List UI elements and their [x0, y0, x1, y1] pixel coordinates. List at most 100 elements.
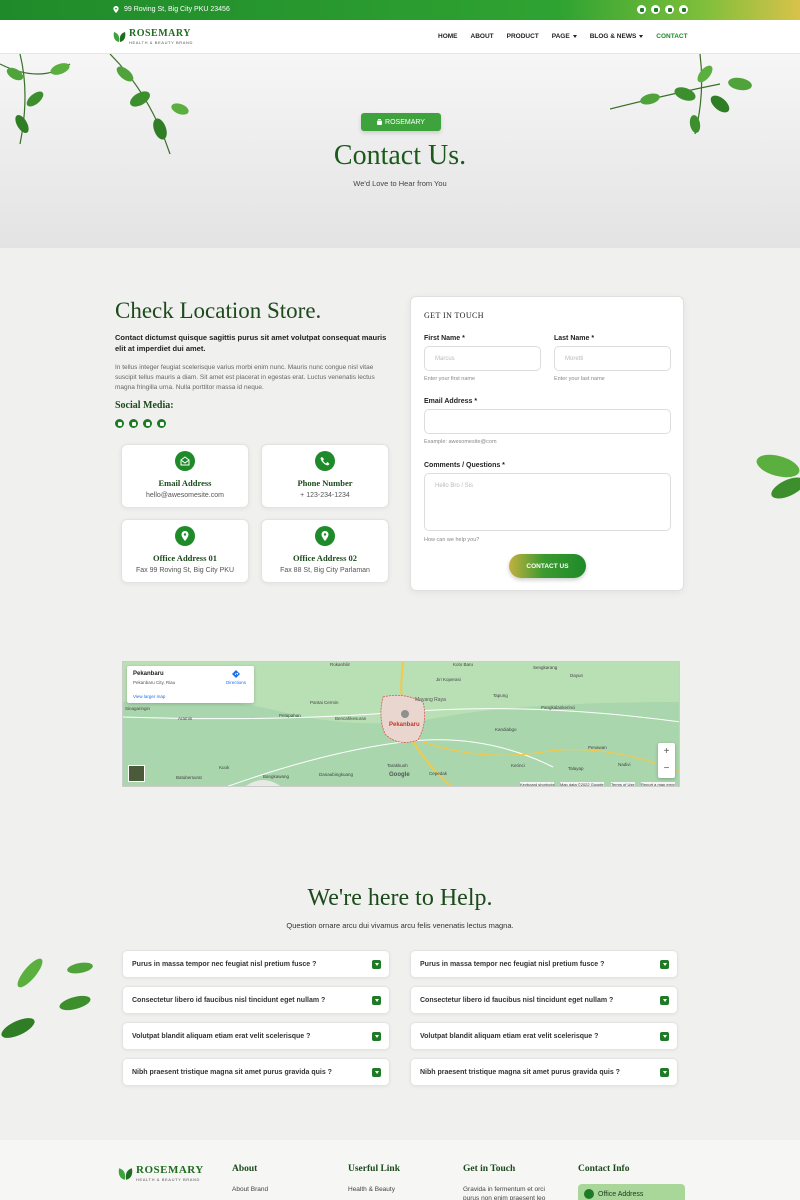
twitter-icon[interactable] — [651, 5, 660, 14]
faq-item[interactable]: Volutpat blandit aliquam etiam erat veli… — [410, 1022, 678, 1050]
social-title: Social Media: — [115, 400, 174, 411]
footer-about: About About Brand — [232, 1164, 269, 1193]
leaf-logo-icon — [118, 1167, 133, 1180]
map-place-name: Pekanbaru — [133, 671, 164, 677]
email-label: Email Address * — [424, 398, 478, 405]
brand-tagline: HEALTH & BEAUTY BRAND — [129, 40, 194, 45]
decor-leaves-right — [756, 454, 800, 499]
contact-form: GET IN TOUCH First Name * Marcus Enter y… — [410, 296, 684, 591]
map-larger-link[interactable]: View larger map — [133, 694, 165, 699]
faq-item[interactable]: Volutpat blandit aliquam etiam erat veli… — [122, 1022, 390, 1050]
chevron-down-icon[interactable] — [372, 1068, 381, 1077]
comments-textarea[interactable]: Hello Bro / Sis — [424, 473, 671, 531]
card-office-01: Office Address 01 Fax 99 Roving St, Big … — [121, 519, 249, 583]
top-address: 99 Roving St, Big City PKU 23456 — [113, 6, 230, 13]
faq-item[interactable]: Consectetur libero id faucibus nisl tinc… — [410, 986, 678, 1014]
faq-item[interactable]: Purus in massa tempor nec feugiat nisl p… — [410, 950, 678, 978]
chevron-down-icon[interactable] — [372, 1032, 381, 1041]
faq-item[interactable]: Purus in massa tempor nec feugiat nisl p… — [122, 950, 390, 978]
top-address-text: 99 Roving St, Big City PKU 23456 — [124, 6, 230, 13]
faq-item[interactable]: Consectetur libero id faucibus nisl tinc… — [122, 986, 390, 1014]
help-subtitle: Question ornare arcu dui vivamus arcu fe… — [286, 921, 514, 930]
card-email: Email Address hello@awesomesite.com — [121, 444, 249, 508]
map-zoom-controls: + − — [658, 743, 675, 778]
zoom-in-button[interactable]: + — [658, 743, 675, 760]
chevron-down-icon[interactable] — [660, 996, 669, 1005]
nav-blog[interactable]: BLOG & NEWS — [590, 33, 644, 40]
location-lead: Contact dictumst quisque sagittis purus … — [115, 333, 387, 353]
page-subtitle: We'd Love to Hear from You — [353, 179, 447, 188]
chevron-down-icon[interactable] — [372, 960, 381, 969]
chevron-down-icon — [572, 35, 577, 38]
footer-contact: Contact Info — [578, 1164, 630, 1174]
brand-name: ROSEMARY — [136, 1164, 204, 1176]
last-name-hint: Enter your last name — [554, 376, 605, 382]
youtube-icon[interactable] — [157, 419, 166, 428]
facebook-icon[interactable] — [637, 5, 646, 14]
comments-hint: How can we help you? — [424, 537, 480, 543]
nav-home[interactable]: HOME — [438, 33, 458, 40]
location-body: In tellus integer feugiat scelerisque va… — [115, 364, 375, 391]
nav-contact[interactable]: CONTACT — [656, 33, 687, 40]
main-nav: ROSEMARY HEALTH & BEAUTY BRAND HOME ABOU… — [0, 20, 800, 54]
chevron-down-icon — [639, 35, 644, 38]
map-satellite-toggle[interactable] — [128, 765, 145, 782]
email-hint: Example: awesomesite@com — [424, 439, 497, 445]
hanging-leaves-right — [610, 54, 752, 135]
first-name-input[interactable]: Marcus — [424, 346, 541, 371]
footer-useful: Userful Link Health & Beauty — [348, 1164, 400, 1193]
footer-office-box: Office Address — [578, 1184, 685, 1200]
first-name-hint: Enter your first name — [424, 376, 476, 382]
chevron-down-icon[interactable] — [660, 960, 669, 969]
linkedin-icon[interactable] — [143, 419, 152, 428]
first-name-label: First Name * — [424, 335, 465, 342]
brand-tagline: HEALTH & BEAUTY BRAND — [136, 1177, 201, 1182]
faq-item[interactable]: Nibh praesent tristique magna sit amet p… — [122, 1058, 390, 1086]
faq-item[interactable]: Nibh praesent tristique magna sit amet p… — [410, 1058, 678, 1086]
brand-name: ROSEMARY — [129, 28, 191, 39]
top-social — [637, 5, 688, 14]
menu: HOME ABOUT PRODUCT PAGE BLOG & NEWS CONT… — [438, 33, 688, 40]
nav-page[interactable]: PAGE — [552, 33, 577, 40]
chevron-down-icon[interactable] — [660, 1068, 669, 1077]
facebook-icon[interactable] — [115, 419, 124, 428]
chevron-down-icon[interactable] — [660, 1032, 669, 1041]
comments-label: Comments / Questions * — [424, 462, 505, 469]
last-name-input[interactable]: Moretti — [554, 346, 671, 371]
nav-product[interactable]: PRODUCT — [507, 33, 539, 40]
zoom-out-button[interactable]: − — [658, 760, 675, 777]
map-embed[interactable]: Rokanhilir Koto Baru Sengkarang Dayun Ji… — [122, 661, 680, 787]
help-title: We're here to Help. — [307, 885, 493, 911]
contact-us-button[interactable]: CONTACT US — [509, 554, 586, 578]
location-pin-icon — [315, 526, 335, 546]
bottle-icon — [377, 119, 383, 125]
twitter-icon[interactable] — [129, 419, 138, 428]
map-pin-icon — [113, 6, 119, 13]
directions-icon[interactable] — [232, 670, 240, 678]
footer-touch: Get in Touch Gravida in fermentum et orc… — [463, 1164, 546, 1200]
location-pin-icon — [175, 526, 195, 546]
chevron-down-icon[interactable] — [372, 996, 381, 1005]
footer-logo[interactable]: ROSEMARY HEALTH & BEAUTY BRAND — [118, 1165, 204, 1182]
main-content: Check Location Store. Contact dictumst q… — [0, 248, 800, 1140]
map-directions-link[interactable]: Directions — [226, 680, 246, 685]
hero: ROSEMARY Contact Us. We'd Love to Hear f… — [0, 54, 800, 248]
last-name-label: Last Name * — [554, 335, 595, 342]
nav-about[interactable]: ABOUT — [471, 33, 494, 40]
email-field[interactable] — [424, 409, 671, 434]
header-logo[interactable]: ROSEMARY HEALTH & BEAUTY BRAND — [113, 29, 193, 45]
card-phone: Phone Number + 123-234-1234 — [261, 444, 389, 508]
linkedin-icon[interactable] — [665, 5, 674, 14]
page-title: Contact Us. — [333, 140, 467, 171]
youtube-icon[interactable] — [679, 5, 688, 14]
phone-icon — [315, 451, 335, 471]
location-pin-icon — [584, 1189, 594, 1199]
form-title: GET IN TOUCH — [424, 311, 484, 320]
decor-leaves-left — [1, 958, 93, 1038]
top-bar: 99 Roving St, Big City PKU 23456 — [0, 0, 800, 20]
location-title: Check Location Store. — [115, 298, 322, 323]
leaf-logo-icon — [113, 32, 126, 42]
mail-icon — [175, 451, 195, 471]
hero-badge: ROSEMARY — [361, 113, 441, 131]
card-office-02: Office Address 02 Fax 88 St, Big City Pa… — [261, 519, 389, 583]
